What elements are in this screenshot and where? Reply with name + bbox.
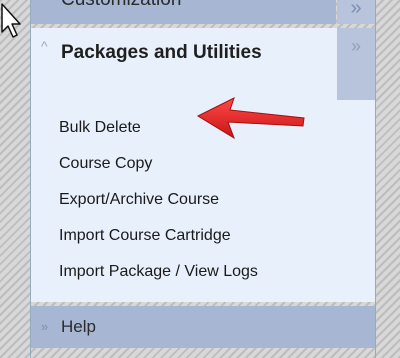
chevron-up-icon[interactable]: ^: [41, 38, 48, 54]
packages-utilities-section: ^ Packages and Utilities » Bulk Delete C…: [31, 28, 375, 302]
menu-item-course-copy[interactable]: Course Copy: [59, 146, 258, 182]
red-arrow-annotation: [196, 97, 305, 140]
customization-section-label: Customization: [61, 0, 336, 9]
chevron-down-icon: »: [41, 319, 49, 334]
course-menu-screenshot: Customization » ^ Packages and Utilities…: [0, 0, 400, 358]
course-menu-panel: Customization » ^ Packages and Utilities…: [30, 0, 376, 358]
menu-item-import-course-cartridge[interactable]: Import Course Cartridge: [59, 218, 258, 254]
mouse-cursor-icon: [1, 3, 21, 38]
chevron-right-icon: »: [350, 0, 362, 19]
customization-section-header[interactable]: Customization: [31, 0, 336, 24]
section-expand-button[interactable]: »: [337, 28, 375, 100]
customization-expand-button[interactable]: »: [337, 0, 375, 24]
menu-item-import-package-view-logs[interactable]: Import Package / View Logs: [59, 254, 258, 290]
chevron-right-icon: »: [350, 36, 361, 56]
menu-item-export-archive-course[interactable]: Export/Archive Course: [59, 182, 258, 218]
help-section-header[interactable]: » Help: [31, 306, 375, 348]
section-title[interactable]: Packages and Utilities: [61, 38, 331, 68]
help-label: Help: [61, 317, 96, 336]
